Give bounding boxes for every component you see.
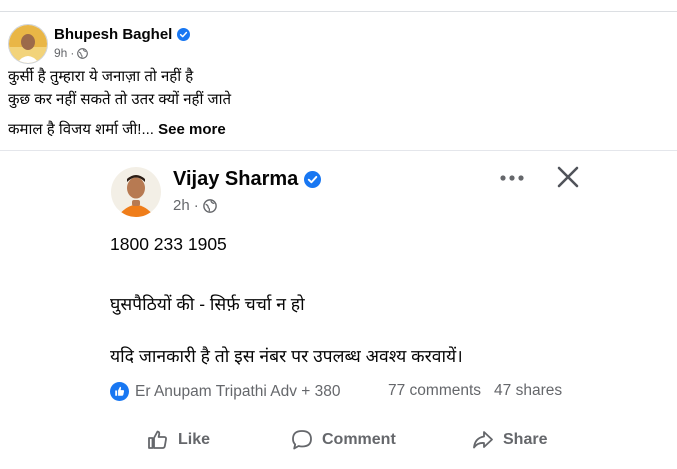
like-label[interactable]: Like (178, 431, 210, 449)
shared-author-name[interactable]: Vijay Sharma (173, 168, 322, 191)
top-divider (0, 11, 677, 12)
shared-author-avatar[interactable] (111, 167, 161, 217)
share-arrow-icon (471, 428, 495, 452)
verified-badge-icon (177, 28, 191, 41)
shared-post-phone: 1800 233 1905 (110, 234, 227, 254)
comment-button[interactable]: Comment (290, 428, 396, 452)
shared-post-meta: 2h · (173, 197, 217, 214)
comment-bubble-icon (290, 428, 314, 452)
more-horizontal-icon (499, 169, 525, 187)
comment-label[interactable]: Comment (322, 431, 396, 449)
shared-post-text-line-3: यदि जानकारी है तो इस नंबर पर उपलब्ध अवश्… (110, 346, 463, 366)
more-options-button[interactable] (496, 168, 528, 188)
comments-count[interactable]: 77 comments (388, 382, 481, 400)
close-icon (556, 165, 580, 194)
thumbs-up-icon (146, 428, 170, 452)
author-name[interactable]: Bhupesh Baghel (54, 26, 191, 43)
author-name-text[interactable]: Bhupesh Baghel (54, 26, 172, 43)
like-button[interactable]: Like (146, 428, 210, 452)
facebook-post: Bhupesh Baghel 9h · कुर्सी है तुम्हारा य… (0, 0, 677, 469)
globe-icon (202, 198, 217, 213)
share-label[interactable]: Share (503, 431, 547, 449)
post-text-line-2: कुछ कर नहीं सकते तो उतर क्यों नहीं जाते (8, 91, 232, 108)
post-text-line-3-content: कमाल है विजय शर्मा जी!... (8, 121, 154, 138)
share-button[interactable]: Share (471, 428, 547, 452)
post-meta: 9h · (54, 46, 89, 60)
engagement-counts: 77 comments 47 shares (388, 382, 562, 400)
reactors-text[interactable]: Er Anupam Tripathi Adv + 380 (135, 383, 341, 401)
reactions-summary[interactable]: Er Anupam Tripathi Adv + 380 (110, 382, 341, 401)
shared-post-text-line-2: घुसपैठियों की - सिर्फ़ चर्चा न हो (110, 294, 305, 314)
close-button[interactable] (553, 166, 583, 192)
verified-badge-icon (304, 171, 322, 188)
globe-icon (77, 47, 89, 59)
post-time[interactable]: 9h (54, 46, 67, 60)
section-divider (0, 150, 677, 151)
shared-author-name-text[interactable]: Vijay Sharma (173, 168, 298, 191)
see-more-link[interactable]: See more (158, 121, 226, 138)
thumbs-up-reaction-icon (110, 382, 129, 401)
post-text-line-3: कमाल है विजय शर्मा जी!... See more (8, 120, 226, 140)
shares-count[interactable]: 47 shares (494, 382, 562, 400)
post-text-line-1: कुर्सी है तुम्हारा ये जनाज़ा तो नहीं है (8, 68, 194, 85)
author-avatar[interactable] (8, 24, 48, 64)
shared-post-time[interactable]: 2h (173, 197, 190, 214)
